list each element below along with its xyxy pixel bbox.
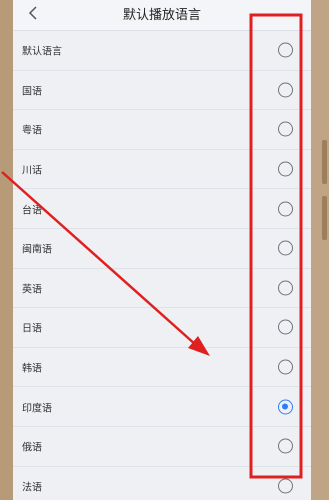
radio-button[interactable] [278,280,293,296]
device-frame-left [0,0,13,500]
navigation-header: 默认播放语言 [13,0,311,31]
language-option-mandarin[interactable]: 国语 [13,71,311,111]
radio-button[interactable] [278,359,293,375]
radio-button[interactable] [278,82,293,98]
language-option-hindi[interactable]: 印度语 [13,387,311,427]
language-option-taiwanese[interactable]: 台语 [13,189,311,229]
language-option-sichuanese[interactable]: 川话 [13,150,311,190]
language-option-japanese[interactable]: 日语 [13,308,311,348]
language-label: 法语 [22,482,42,494]
language-label: 台语 [22,205,42,217]
page-title: 默认播放语言 [122,8,201,23]
radio-button[interactable] [278,240,293,256]
language-option-english[interactable]: 英语 [13,269,311,309]
radio-button-selected[interactable] [278,399,293,415]
language-list: 默认语言 国语 粤语 川话 台语 闽南语 英语 日语 韩语 印度语 俄语 法语 [13,31,311,500]
language-label: 韩语 [22,363,42,375]
language-option-french[interactable]: 法语 [13,467,311,500]
radio-button[interactable] [278,161,293,177]
language-label: 川话 [22,165,42,177]
language-option-default[interactable]: 默认语言 [13,31,311,71]
language-option-russian[interactable]: 俄语 [13,427,311,467]
language-option-cantonese[interactable]: 粤语 [13,110,311,150]
language-label: 粤语 [22,125,42,137]
radio-button[interactable] [278,201,293,217]
language-option-minnan[interactable]: 闽南语 [13,229,311,269]
radio-button[interactable] [278,121,293,137]
language-label: 闽南语 [22,244,52,256]
language-label: 日语 [22,323,42,335]
device-side-button [322,140,327,184]
language-option-korean[interactable]: 韩语 [13,348,311,388]
language-label: 印度语 [22,403,52,415]
device-frame-right [311,0,329,500]
language-settings-screen: 默认播放语言 默认语言 国语 粤语 川话 台语 闽南语 英语 日语 韩语 印度语… [13,0,311,500]
radio-button[interactable] [278,478,293,494]
radio-button[interactable] [278,42,293,58]
language-label: 英语 [22,284,42,296]
language-label: 默认语言 [22,46,62,58]
radio-button[interactable] [278,319,293,335]
radio-button[interactable] [278,438,293,454]
language-label: 俄语 [22,442,42,454]
device-side-button [322,196,327,240]
language-label: 国语 [22,86,42,98]
